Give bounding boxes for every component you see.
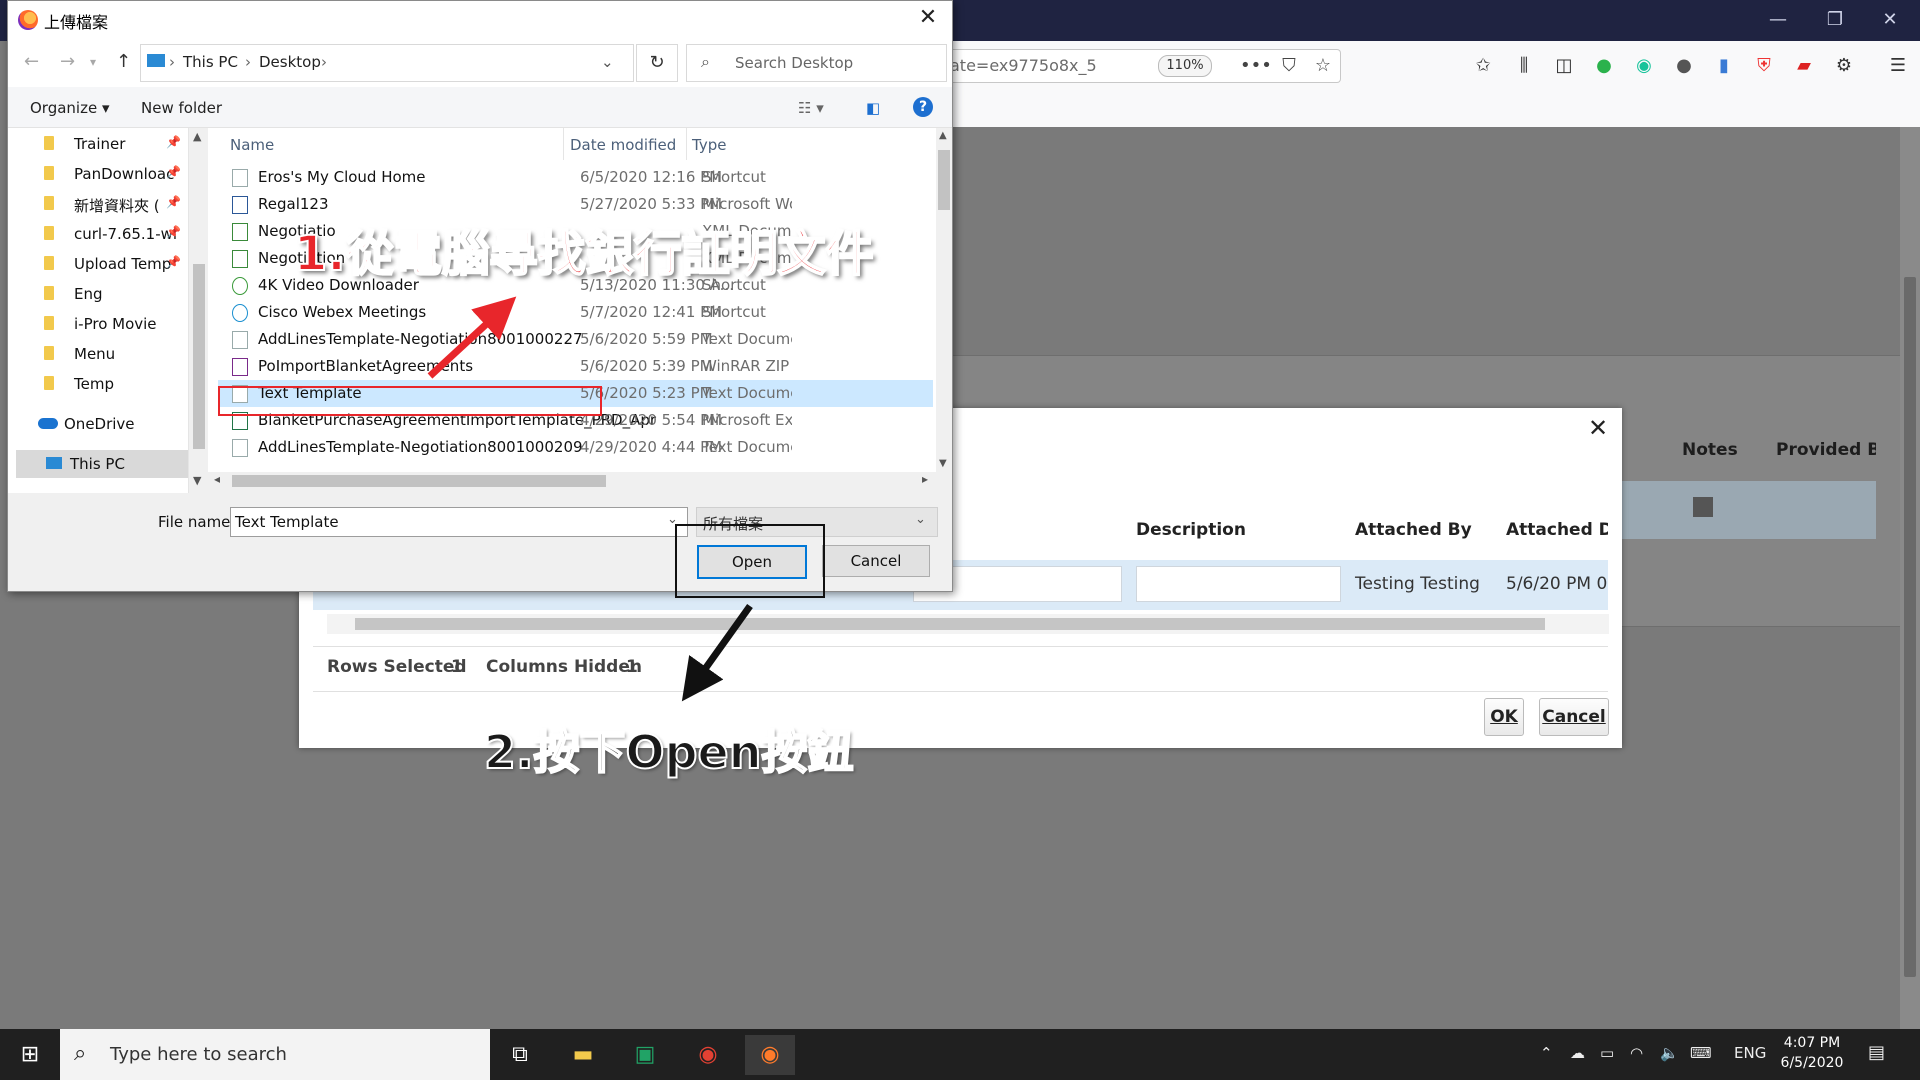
tray-chevron-icon[interactable]: ⌃ xyxy=(1540,1044,1553,1062)
chrome-icon[interactable]: ◉ xyxy=(683,1035,733,1075)
windows-start-icon[interactable]: ⊞ xyxy=(5,1035,55,1075)
clock[interactable]: 4:07 PM 6/5/2020 xyxy=(1772,1033,1852,1073)
battery-icon[interactable]: ▭ xyxy=(1600,1044,1614,1062)
search-icon: ⌕ xyxy=(74,1041,87,1066)
language-indicator[interactable]: ENG xyxy=(1734,1044,1766,1062)
file-explorer-icon[interactable]: ▬ xyxy=(558,1035,608,1075)
notifications-icon[interactable]: ▤ xyxy=(1868,1042,1885,1063)
onedrive-tray-icon[interactable]: ☁ xyxy=(1570,1044,1585,1062)
keyboard-icon[interactable]: ⌨ xyxy=(1690,1044,1712,1062)
wifi-icon[interactable]: ◠ xyxy=(1630,1044,1643,1062)
taskbar: ⊞ ⌕ Type here to search ⧉ ▬ ▣ ◉ ◉ ⌃ ☁ ▭ … xyxy=(0,1029,1920,1080)
arrow-to-file xyxy=(427,296,517,379)
taskbar-search-box[interactable]: ⌕ Type here to search xyxy=(60,1029,490,1080)
annotation-step1: 1.從電腦尋找銀行証明文件 xyxy=(293,225,875,283)
arrow-to-open xyxy=(681,603,753,702)
volume-icon[interactable]: 🔈 xyxy=(1660,1044,1679,1062)
clock-date: 6/5/2020 xyxy=(1780,1055,1844,1071)
excel-icon[interactable]: ▣ xyxy=(620,1035,670,1075)
clock-time: 4:07 PM xyxy=(1783,1035,1841,1051)
annotation-arrows xyxy=(427,296,753,702)
taskbar-search-placeholder: Type here to search xyxy=(110,1044,287,1065)
annotation-step2: 2.按下Open按鈕 xyxy=(483,724,854,780)
task-view-icon[interactable]: ⧉ xyxy=(495,1035,545,1075)
firefox-taskbar-icon[interactable]: ◉ xyxy=(745,1035,795,1075)
